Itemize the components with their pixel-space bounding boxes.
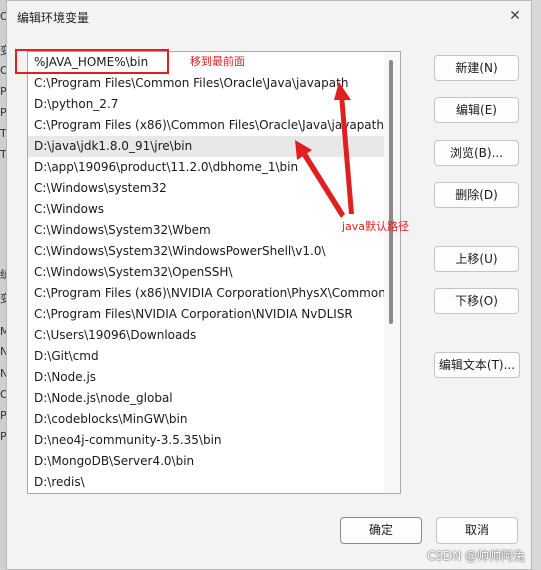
move-up-button[interactable]: 上移(U) (434, 246, 519, 272)
path-list-item[interactable]: C:\Program Files\Common Files\Oracle\Jav… (28, 73, 384, 94)
watermark: CSDN @帅帅阿兔 (426, 549, 525, 563)
path-list-item[interactable]: C:\Program Files\NVIDIA Corporation\NVID… (28, 304, 384, 325)
edit-button[interactable]: 编辑(E) (434, 97, 519, 123)
path-list-item[interactable]: C:\Program Files (x86)\Common Files\Orac… (28, 115, 384, 136)
path-list-item[interactable]: D:\Git\cmd (28, 346, 384, 367)
path-list-item[interactable]: C:\Windows\System32\Wbem (28, 220, 384, 241)
path-list-item[interactable]: D:\java\jdk1.8.0_91\jre\bin (28, 136, 384, 157)
edit-env-var-dialog: 编辑环境变量 ✕ %JAVA_HOME%\bin C:\Program Files… (6, 0, 532, 570)
path-list-item[interactable]: D:\python_2.7 (28, 94, 384, 115)
title-bar: 编辑环境变量 ✕ (7, 1, 531, 33)
path-list-item[interactable]: C:\Windows\system32 (28, 178, 384, 199)
path-list-item[interactable]: C:\Users\19096\Downloads (28, 325, 384, 346)
edit-text-button[interactable]: 编辑文本(T)... (434, 352, 520, 378)
path-list-item[interactable]: C:\Windows\System32\OpenSSH\ (28, 262, 384, 283)
path-list[interactable]: %JAVA_HOME%\bin C:\Program Files\Common F… (27, 51, 401, 494)
new-button[interactable]: 新建(N) (434, 55, 519, 81)
path-list-item[interactable]: D:\Node.js\node_global (28, 388, 384, 409)
annotation-move-to-top: 移到最前面 (190, 55, 245, 68)
move-down-button[interactable]: 下移(O) (434, 288, 519, 314)
path-list-item[interactable]: C:\Windows (28, 199, 384, 220)
scrollbar-thumb[interactable] (389, 60, 393, 324)
path-list-item[interactable]: C:\Program Files (x86)\NVIDIA Corporatio… (28, 283, 384, 304)
annotation-java-default-path: java默认路径 (342, 220, 410, 233)
path-list-item[interactable]: D:\MongoDB\Server4.0\bin (28, 451, 384, 472)
path-list-item[interactable]: D:\neo4j-community-3.5.35\bin (28, 430, 384, 451)
vertical-scrollbar[interactable] (384, 52, 400, 493)
browse-button[interactable]: 浏览(B)... (434, 140, 519, 166)
path-list-item[interactable]: D:\Node.js (28, 367, 384, 388)
path-list-item[interactable]: D:\redis\ (28, 472, 384, 493)
ok-button[interactable]: 确定 (340, 517, 422, 544)
close-icon[interactable]: ✕ (503, 5, 527, 27)
delete-button[interactable]: 删除(D) (434, 182, 519, 208)
path-list-rows: %JAVA_HOME%\bin C:\Program Files\Common F… (28, 52, 384, 493)
path-list-item[interactable]: D:\app\19096\product\11.2.0\dbhome_1\bin (28, 157, 384, 178)
dialog-title: 编辑环境变量 (17, 11, 90, 25)
cancel-button[interactable]: 取消 (436, 517, 518, 544)
path-list-item[interactable]: D:\codeblocks\MinGW\bin (28, 409, 384, 430)
path-list-item[interactable]: C:\Windows\System32\WindowsPowerShell\v1… (28, 241, 384, 262)
